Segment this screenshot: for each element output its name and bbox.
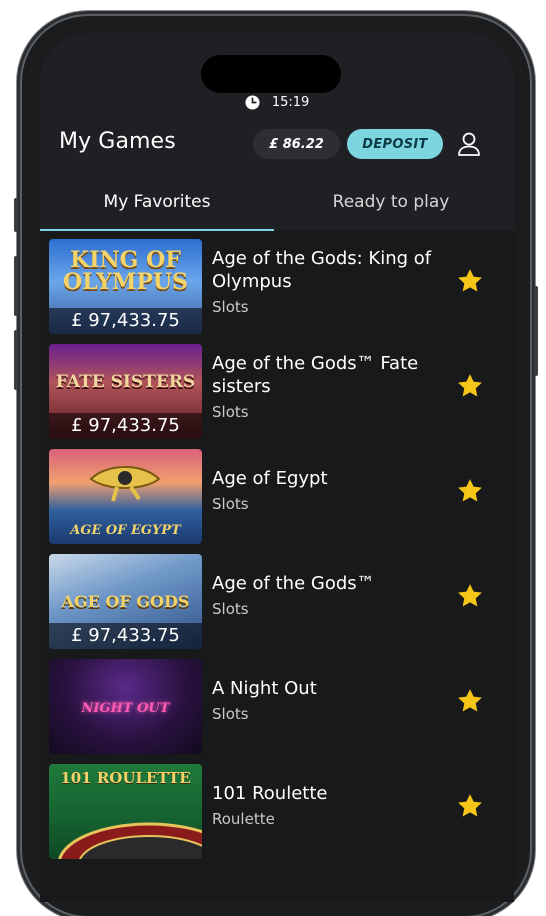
- favorite-star-icon[interactable]: [456, 372, 484, 400]
- game-item-age-of-the-gods[interactable]: AGE OF GODS £ 97,433.75 Age of the Gods™…: [40, 546, 514, 651]
- game-title: Age of the Gods™: [212, 573, 375, 594]
- game-title: Age of the Gods: King of Olympus: [212, 248, 432, 292]
- dynamic-island: [201, 55, 341, 93]
- game-thumbnail: NIGHT OUT: [49, 659, 202, 754]
- jackpot-amount: £ 97,433.75: [49, 413, 202, 439]
- game-item-101-roulette[interactable]: 101 ROULETTE 101 Roulette Roulette: [40, 756, 514, 861]
- favorite-star-icon[interactable]: [456, 687, 484, 715]
- game-category: Slots: [212, 705, 249, 723]
- game-title: A Night Out: [212, 678, 317, 699]
- game-item-age-of-egypt[interactable]: AGE OF EGYPT Age of Egypt Slots: [40, 441, 514, 546]
- game-item-a-night-out[interactable]: NIGHT OUT A Night Out Slots: [40, 651, 514, 756]
- balance-button[interactable]: £ 86.22: [253, 129, 340, 159]
- status-time: 15:19: [271, 95, 310, 110]
- user-account-icon[interactable]: [455, 130, 483, 158]
- games-list: KING OF OLYMPUS £ 97,433.75 Age of the G…: [40, 231, 514, 902]
- clock-icon: [245, 95, 260, 110]
- power-button: [534, 286, 538, 376]
- jackpot-amount: £ 97,433.75: [49, 623, 202, 649]
- volume-up-button: [14, 256, 18, 316]
- game-thumbnail: 101 ROULETTE: [49, 764, 202, 859]
- status-bar: 15:19: [40, 95, 514, 110]
- deposit-button[interactable]: DEPOSIT: [347, 129, 443, 159]
- game-title: Age of Egypt: [212, 468, 328, 489]
- game-title: 101 Roulette: [212, 783, 328, 804]
- jackpot-amount: £ 97,433.75: [49, 308, 202, 334]
- app-screen: 15:19 My Games £ 86.22 DEPOSIT My Favori…: [40, 33, 514, 902]
- roulette-wheel-icon: [58, 822, 202, 859]
- eye-of-horus-icon: [89, 466, 161, 502]
- thumbnail-logo: AGE OF EGYPT: [70, 523, 181, 538]
- game-category: Slots: [212, 403, 249, 421]
- game-item-fate-sisters[interactable]: FATE SISTERS £ 97,433.75 Age of the Gods…: [40, 336, 514, 441]
- thumbnail-logo: FATE SISTERS: [55, 372, 196, 392]
- favorite-star-icon[interactable]: [456, 477, 484, 505]
- tab-bar: My Favorites Ready to play: [40, 185, 514, 231]
- thumbnail-logo: KING OF OLYMPUS: [63, 247, 188, 295]
- thumbnail-logo: NIGHT OUT: [81, 701, 170, 716]
- tab-ready-to-play[interactable]: Ready to play: [274, 185, 508, 231]
- favorite-star-icon[interactable]: [456, 267, 484, 295]
- game-title: Age of the Gods™ Fate sisters: [212, 353, 419, 397]
- game-category: Roulette: [212, 810, 275, 828]
- tab-my-favorites[interactable]: My Favorites: [40, 185, 274, 231]
- game-item-king-of-olympus[interactable]: KING OF OLYMPUS £ 97,433.75 Age of the G…: [40, 231, 514, 336]
- game-category: Slots: [212, 600, 249, 618]
- game-category: Slots: [212, 298, 249, 316]
- app-header: My Games £ 86.22 DEPOSIT: [40, 125, 514, 169]
- game-thumbnail: AGE OF EGYPT: [49, 449, 202, 544]
- thumbnail-logo: 101 ROULETTE: [60, 769, 191, 787]
- game-thumbnail: KING OF OLYMPUS £ 97,433.75: [49, 239, 202, 334]
- thumbnail-logo: AGE OF GODS: [61, 592, 190, 611]
- game-category: Slots: [212, 495, 249, 513]
- favorite-star-icon[interactable]: [456, 582, 484, 610]
- game-thumbnail: AGE OF GODS £ 97,433.75: [49, 554, 202, 649]
- page-title: My Games: [59, 129, 176, 154]
- game-thumbnail: FATE SISTERS £ 97,433.75: [49, 344, 202, 439]
- volume-down-button: [14, 330, 18, 390]
- favorite-star-icon[interactable]: [456, 792, 484, 820]
- mute-switch: [14, 198, 18, 232]
